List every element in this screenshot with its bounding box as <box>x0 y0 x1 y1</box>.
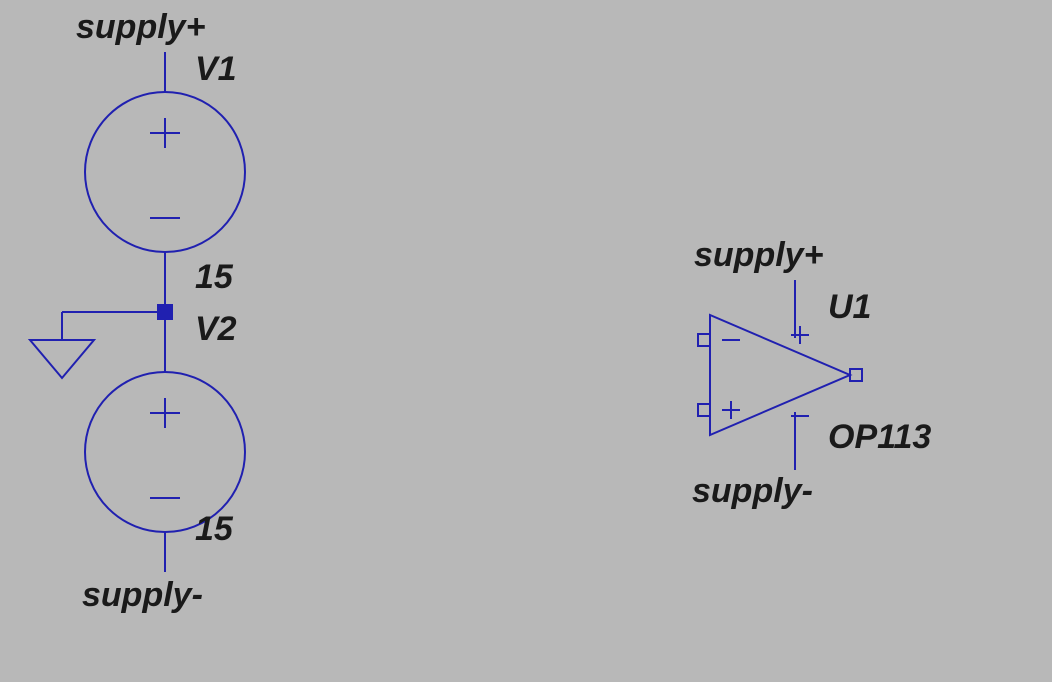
voltage-source-v2[interactable] <box>85 372 245 532</box>
value-v2[interactable]: 15 <box>195 510 233 549</box>
refdes-u1[interactable]: U1 <box>828 288 871 327</box>
refdes-v1[interactable]: V1 <box>195 50 237 89</box>
voltage-source-v1[interactable] <box>85 92 245 252</box>
net-label-supply-minus-right[interactable]: supply- <box>692 472 813 511</box>
refdes-v2[interactable]: V2 <box>195 310 237 349</box>
net-label-supply-plus-right[interactable]: supply+ <box>694 236 823 275</box>
net-label-supply-minus-left[interactable]: supply- <box>82 576 203 615</box>
part-u1[interactable]: OP113 <box>828 418 931 457</box>
junction-node <box>157 304 173 320</box>
net-label-supply-plus-left[interactable]: supply+ <box>76 8 205 47</box>
value-v1[interactable]: 15 <box>195 258 233 297</box>
ground-symbol[interactable] <box>30 340 94 378</box>
